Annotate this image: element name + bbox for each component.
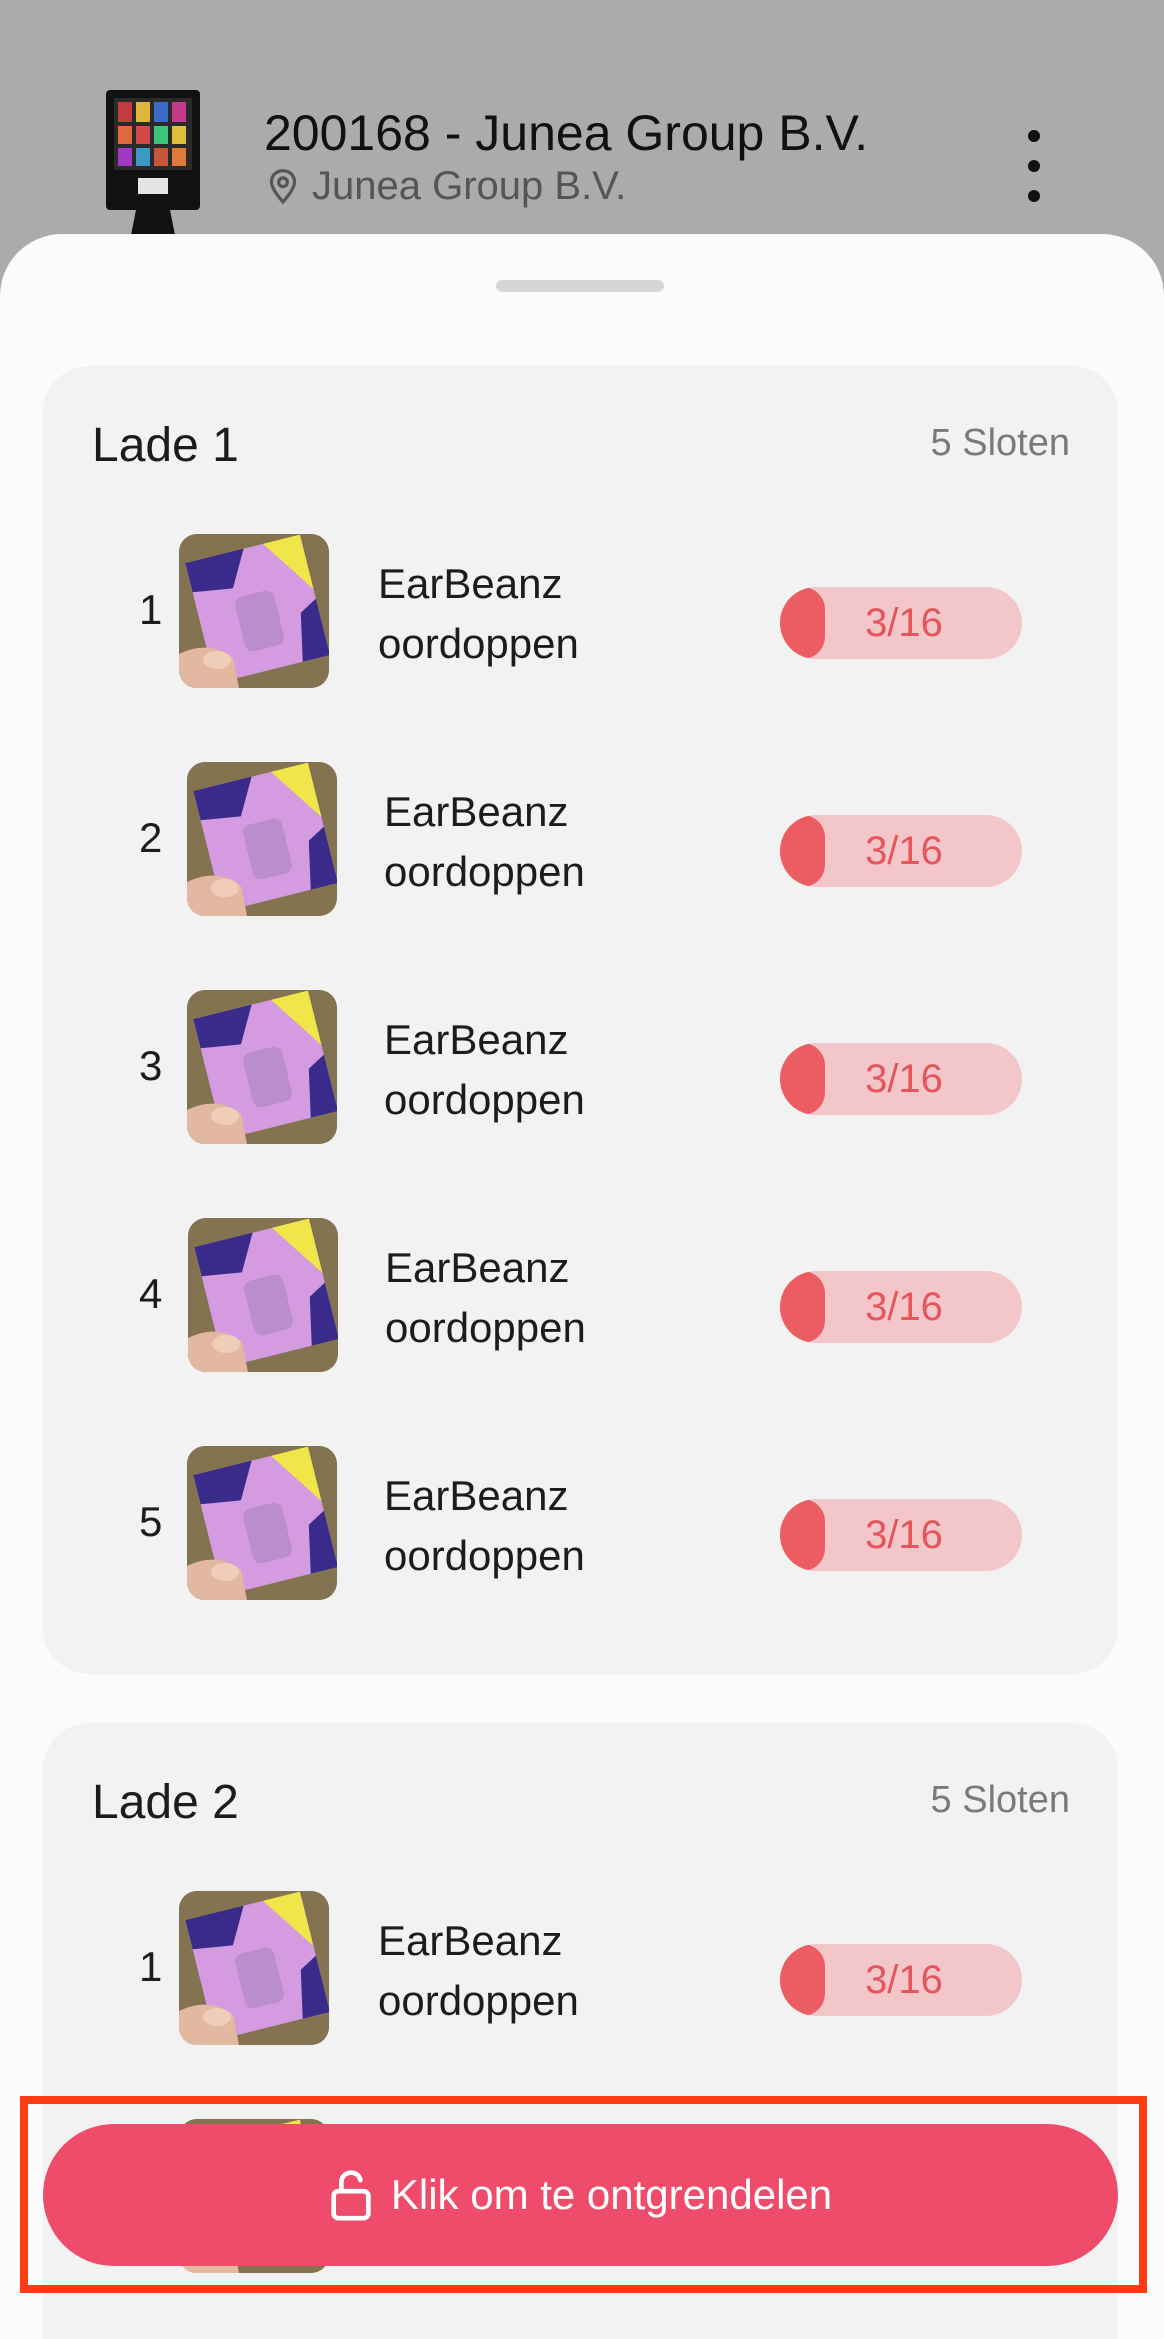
product-name: EarBeanz oordoppen [385, 1238, 725, 1358]
slot-number: 5 [139, 1498, 163, 1545]
vending-machine-image [106, 90, 200, 240]
product-name: EarBeanz oordoppen [378, 1911, 718, 2031]
product-name-line1: EarBeanz [378, 1917, 563, 1964]
stock-badge: 3/16 [780, 1944, 1022, 2016]
stock-badge: 3/16 [780, 815, 1022, 887]
drawer-card: Lade 1 5 Sloten 1 EarBeanz oordoppen 3/1… [43, 366, 1118, 1674]
drawer-title: Lade 2 [92, 1776, 239, 1829]
unlock-button[interactable]: Klik om te ontgrendelen [43, 2124, 1118, 2266]
product-name: EarBeanz oordoppen [378, 554, 718, 674]
product-name: EarBeanz oordoppen [384, 1010, 724, 1130]
stock-badge: 3/16 [780, 1043, 1022, 1115]
machine-title: 200168 - Junea Group B.V. [264, 105, 869, 161]
drawer-slot-count: 5 Sloten [930, 1779, 1070, 1821]
stock-label: 3/16 [865, 1056, 943, 1101]
product-name-line2: oordoppen [378, 1977, 579, 2024]
machine-location-label: Junea Group B.V. [312, 164, 627, 208]
product-thumbnail [187, 990, 337, 1144]
stock-label: 3/16 [865, 1957, 943, 2002]
stock-label: 3/16 [865, 1512, 943, 1557]
machine-header: 200168 - Junea Group B.V. Junea Group B.… [0, 0, 1164, 240]
slot-row[interactable]: 2 EarBeanz oordoppen 3/16 [43, 762, 1118, 918]
slot-row[interactable]: 5 EarBeanz oordoppen 3/16 [43, 1446, 1118, 1602]
product-name-line2: oordoppen [384, 1076, 585, 1123]
product-name: EarBeanz oordoppen [384, 782, 724, 902]
product-name: EarBeanz oordoppen [384, 1466, 724, 1586]
stock-label: 3/16 [865, 600, 943, 645]
product-thumbnail [187, 1446, 337, 1600]
product-name-line2: oordoppen [384, 848, 585, 895]
product-thumbnail [179, 534, 329, 688]
machine-location: Junea Group B.V. [266, 164, 626, 209]
product-name-line1: EarBeanz [385, 1244, 570, 1291]
product-name-line1: EarBeanz [384, 1472, 569, 1519]
slot-number: 1 [139, 586, 163, 633]
slot-number: 3 [139, 1042, 163, 1089]
sheet-drag-handle[interactable] [496, 280, 664, 292]
product-name-line2: oordoppen [378, 620, 579, 667]
slot-row[interactable]: 1 EarBeanz oordoppen 3/16 [43, 1891, 1118, 2047]
product-name-line1: EarBeanz [384, 1016, 569, 1063]
stock-badge: 3/16 [780, 1271, 1022, 1343]
product-name-line2: oordoppen [385, 1304, 586, 1351]
product-name-line1: EarBeanz [378, 560, 563, 607]
drawer-title: Lade 1 [92, 419, 239, 472]
more-vertical-icon[interactable] [1012, 130, 1056, 202]
product-name-line1: EarBeanz [384, 788, 569, 835]
slot-row[interactable]: 3 EarBeanz oordoppen 3/16 [43, 990, 1118, 1146]
product-thumbnail [188, 1218, 338, 1372]
stock-label: 3/16 [865, 1284, 943, 1329]
product-thumbnail [187, 762, 337, 916]
slot-row[interactable]: 4 EarBeanz oordoppen 3/16 [43, 1218, 1118, 1374]
drawer-slot-count: 5 Sloten [930, 422, 1070, 464]
product-name-line2: oordoppen [384, 1532, 585, 1579]
location-pin-icon [269, 168, 297, 204]
unlock-button-label: Klik om te ontgrendelen [390, 2171, 833, 2218]
slot-number: 4 [139, 1270, 163, 1317]
slot-number: 2 [139, 814, 163, 861]
slot-number: 1 [139, 1943, 163, 1990]
unlock-icon [331, 2170, 371, 2221]
bottom-sheet: Lade 1 5 Sloten 1 EarBeanz oordoppen 3/1… [0, 234, 1164, 2339]
stock-badge: 3/16 [780, 587, 1022, 659]
slot-row[interactable]: 1 EarBeanz oordoppen 3/16 [43, 534, 1118, 690]
product-thumbnail [179, 1891, 329, 2045]
stock-label: 3/16 [865, 828, 943, 873]
stock-badge: 3/16 [780, 1499, 1022, 1571]
